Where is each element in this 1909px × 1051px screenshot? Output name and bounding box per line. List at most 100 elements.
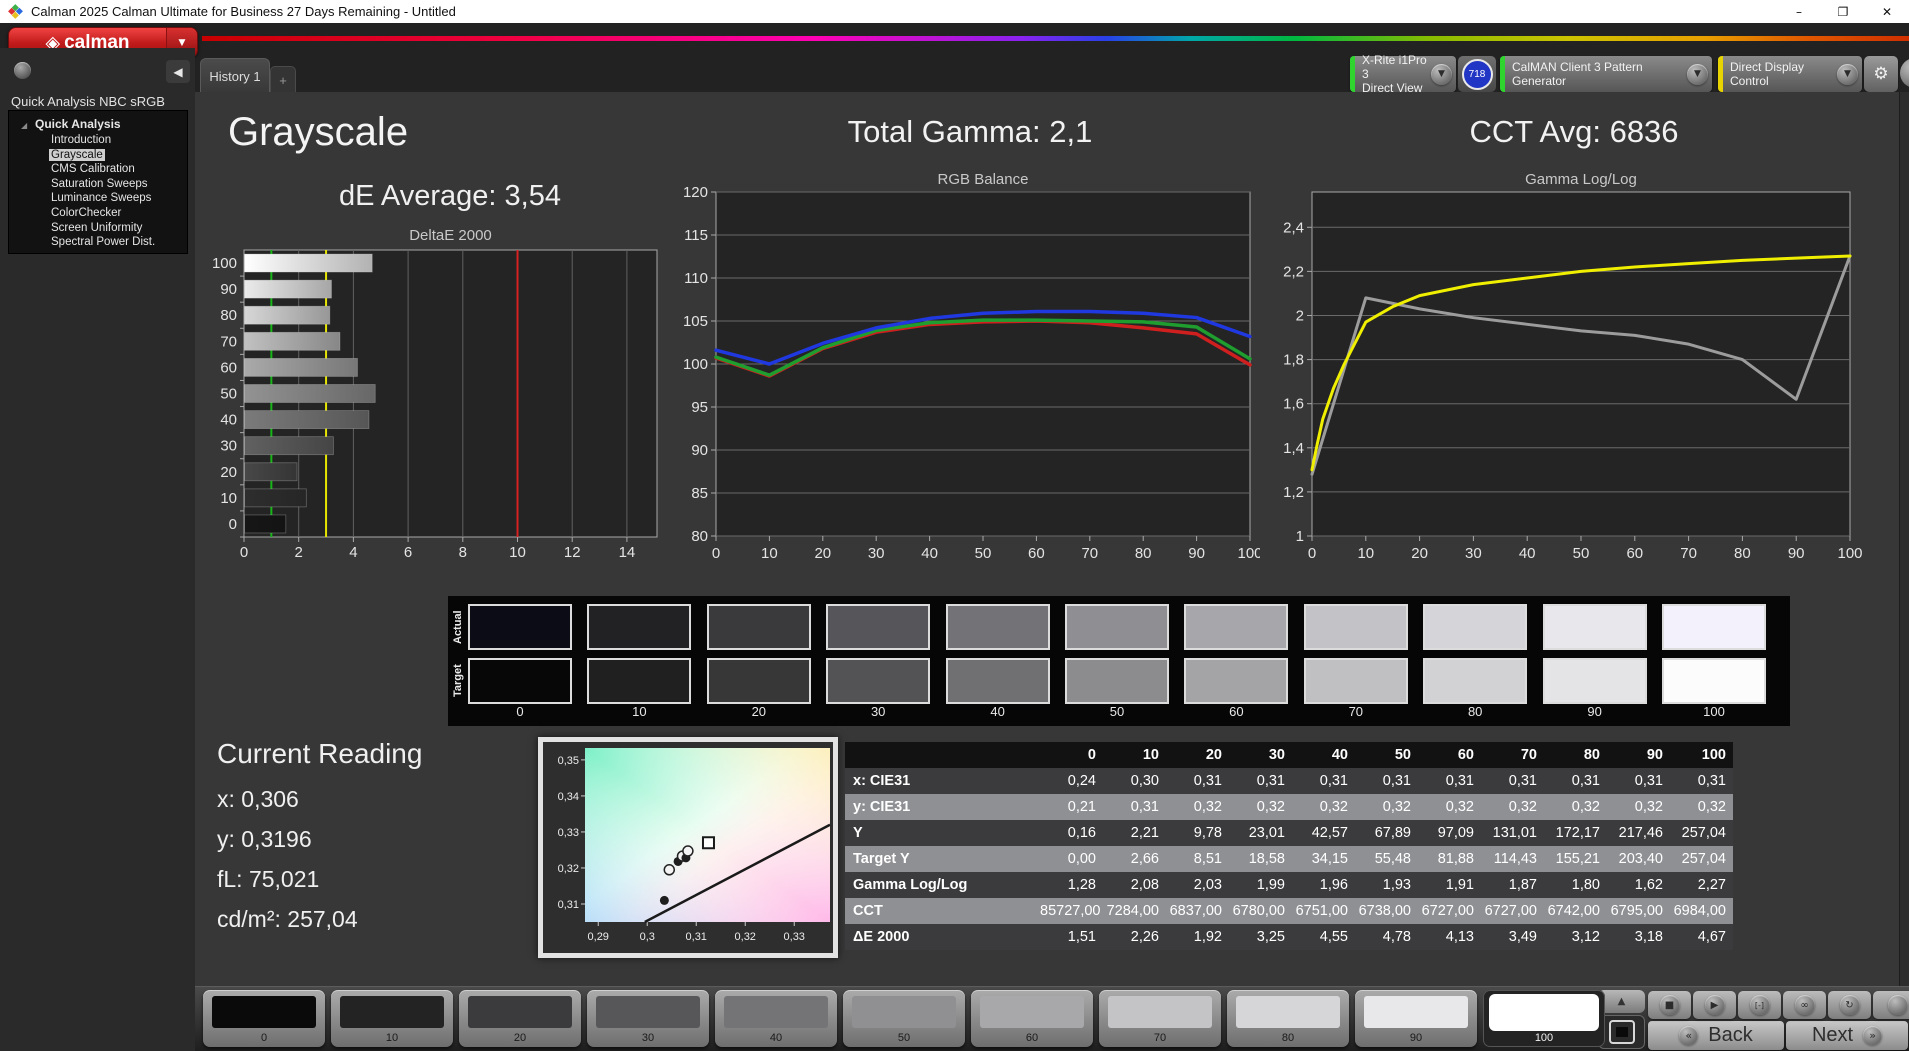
step-button[interactable]: [-] [1738,991,1781,1019]
sidebar-item-screen-uniformity[interactable]: Screen Uniformity [9,221,187,236]
actual-swatch-20 [706,604,811,650]
refresh-icon: ↻ [1839,995,1860,1015]
table-value-cell: 23,01 [1229,820,1292,846]
pattern-level-button-80[interactable]: 80 [1227,990,1349,1047]
sidebar-item-saturation-sweeps[interactable]: Saturation Sweeps [9,177,187,192]
svg-text:0,29: 0,29 [588,931,609,943]
pattern-swatch [596,996,700,1028]
pattern-level-button-30[interactable]: 30 [587,990,709,1047]
tree-root-quick-analysis[interactable]: ◢ Quick Analysis [9,117,187,133]
table-value-cell: 131,01 [1481,820,1544,846]
table-value-cell: 203,40 [1607,846,1670,872]
back-label: Back [1708,1024,1753,1046]
pattern-level-button-70[interactable]: 70 [1099,990,1221,1047]
meter-dropdown[interactable]: X-Rite i1Pro 3 Direct View ▼ [1350,53,1456,95]
pattern-generator-dropdown[interactable]: CalMAN Client 3 Pattern Generator ▼ [1500,56,1712,92]
table-value-cell: 257,04 [1670,846,1733,872]
svg-text:50: 50 [975,545,992,562]
workflow-tree: ◢ Quick Analysis Introduction Grayscale CM… [8,110,188,254]
next-button[interactable]: Next » [1786,1021,1908,1050]
actual-swatch-100 [1662,604,1766,650]
table-value-cell: 1,51 [1040,924,1103,950]
sidebar-item-spectral-power-dist-[interactable]: Spectral Power Dist. [9,235,187,250]
pattern-level-button-90[interactable]: 90 [1355,990,1477,1047]
spectrum-divider [202,36,1909,41]
table-row-label: Gamma Log/Log [845,872,1040,898]
target-swatch-10 [587,658,692,704]
sidebar-pin-button[interactable] [14,62,31,79]
table-value-cell: 0,32 [1670,794,1733,820]
svg-text:0: 0 [240,544,248,561]
settings-button[interactable]: ⚙ [1864,56,1898,92]
pattern-panel-expand-button[interactable]: ▲ [1598,990,1645,1013]
pattern-level-button-20[interactable]: 20 [459,990,581,1047]
table-value-cell: 0,31 [1292,768,1355,794]
loop-button[interactable]: ∞ [1783,991,1826,1019]
extra-button[interactable] [1873,991,1909,1019]
svg-text:80: 80 [1734,545,1751,562]
maximize-button[interactable]: ❐ [1821,0,1865,23]
table-value-cell: 6837,00 [1166,898,1229,924]
right-panel-strip[interactable] [1899,92,1909,986]
pattern-level-button-10[interactable]: 10 [331,990,453,1047]
stop-button[interactable]: ■ [1648,991,1691,1019]
pattern-level-button-0[interactable]: 0 [203,990,325,1047]
table-value-cell: 6780,00 [1229,898,1292,924]
pattern-swatch [852,996,956,1028]
play-button[interactable]: ▶ [1693,991,1736,1019]
table-column-header: 90 [1607,742,1670,768]
sidebar-item-cms-calibration[interactable]: CMS Calibration [9,162,187,177]
sidebar-item-grayscale[interactable]: Grayscale [9,148,187,163]
table-value-cell: 6751,00 [1292,898,1355,924]
table-value-cell: 81,88 [1418,846,1481,872]
target-swatch-90 [1542,658,1647,704]
add-tab-button[interactable]: + [270,66,296,93]
sidebar-item-luminance-sweeps[interactable]: Luminance Sweeps [9,191,187,206]
minimize-button[interactable]: – [1777,0,1821,23]
pattern-level-button-100[interactable]: 100 [1483,990,1605,1047]
table-row-label: Target Y [845,846,1040,872]
display-control-dropdown[interactable]: Direct Display Control ▼ [1718,56,1862,92]
sidebar-tree-items: Introduction Grayscale CMS Calibration Satu… [9,133,187,250]
table-value-cell: 4,55 [1292,924,1355,950]
table-row-label: ΔE 2000 [845,924,1040,950]
sidebar-collapse-button[interactable]: ◀ [166,60,190,83]
pattern-window-button[interactable] [1598,1015,1645,1049]
cie-chart: 0,31 0,32 0,33 0,34 0,35 0,29 0,3 0,31 0,32 0,33 [558,748,831,943]
pattern-swatch [1489,994,1599,1031]
grayscale-swatch-strip: Actual Target 0 10 20 30 40 50 60 70 80 90 100 [448,596,1790,726]
svg-text:4: 4 [349,544,357,561]
table-value-cell: 0,30 [1103,768,1166,794]
table-value-cell: 1,91 [1418,872,1481,898]
table-value-cell: 34,15 [1292,846,1355,872]
workflow-title: Quick Analysis NBC sRGB [11,94,165,109]
sidebar-item-colorchecker[interactable]: ColorChecker [9,206,187,221]
refresh-button[interactable]: ↻ [1828,991,1871,1019]
back-button[interactable]: « Back [1648,1021,1784,1050]
pattern-swatch [1364,996,1468,1028]
chevron-down-icon: ▼ [1687,63,1708,85]
back-arrow-icon: « [1679,1026,1699,1045]
svg-text:10: 10 [1357,545,1374,562]
reading-x: x: 0,306 [217,786,299,812]
tab-history-1[interactable]: History 1 [200,58,270,93]
swatch-level-label: 60 [1229,704,1244,719]
pattern-level-button-50[interactable]: 50 [843,990,965,1047]
display-control-name: Direct Display Control [1730,60,1805,88]
svg-text:50: 50 [220,386,237,403]
svg-text:115: 115 [684,227,708,244]
svg-text:90: 90 [691,442,708,459]
target-swatch-60 [1184,658,1289,704]
close-button[interactable]: ✕ [1865,0,1909,23]
sidebar-item-introduction[interactable]: Introduction [9,133,187,148]
table-value-cell: 42,57 [1292,820,1355,846]
meter-count-button[interactable]: 718 [1458,56,1496,92]
pattern-level-button-40[interactable]: 40 [715,990,837,1047]
pattern-level-label: 40 [769,1032,783,1044]
cct-average-value: CCT Avg: 6836 [1469,114,1679,149]
pattern-level-button-60[interactable]: 60 [971,990,1093,1047]
pattern-level-label: 10 [385,1032,399,1044]
table-corner-cell [845,742,1040,768]
table-column-header: 40 [1292,742,1355,768]
table-value-cell: 4,67 [1670,924,1733,950]
